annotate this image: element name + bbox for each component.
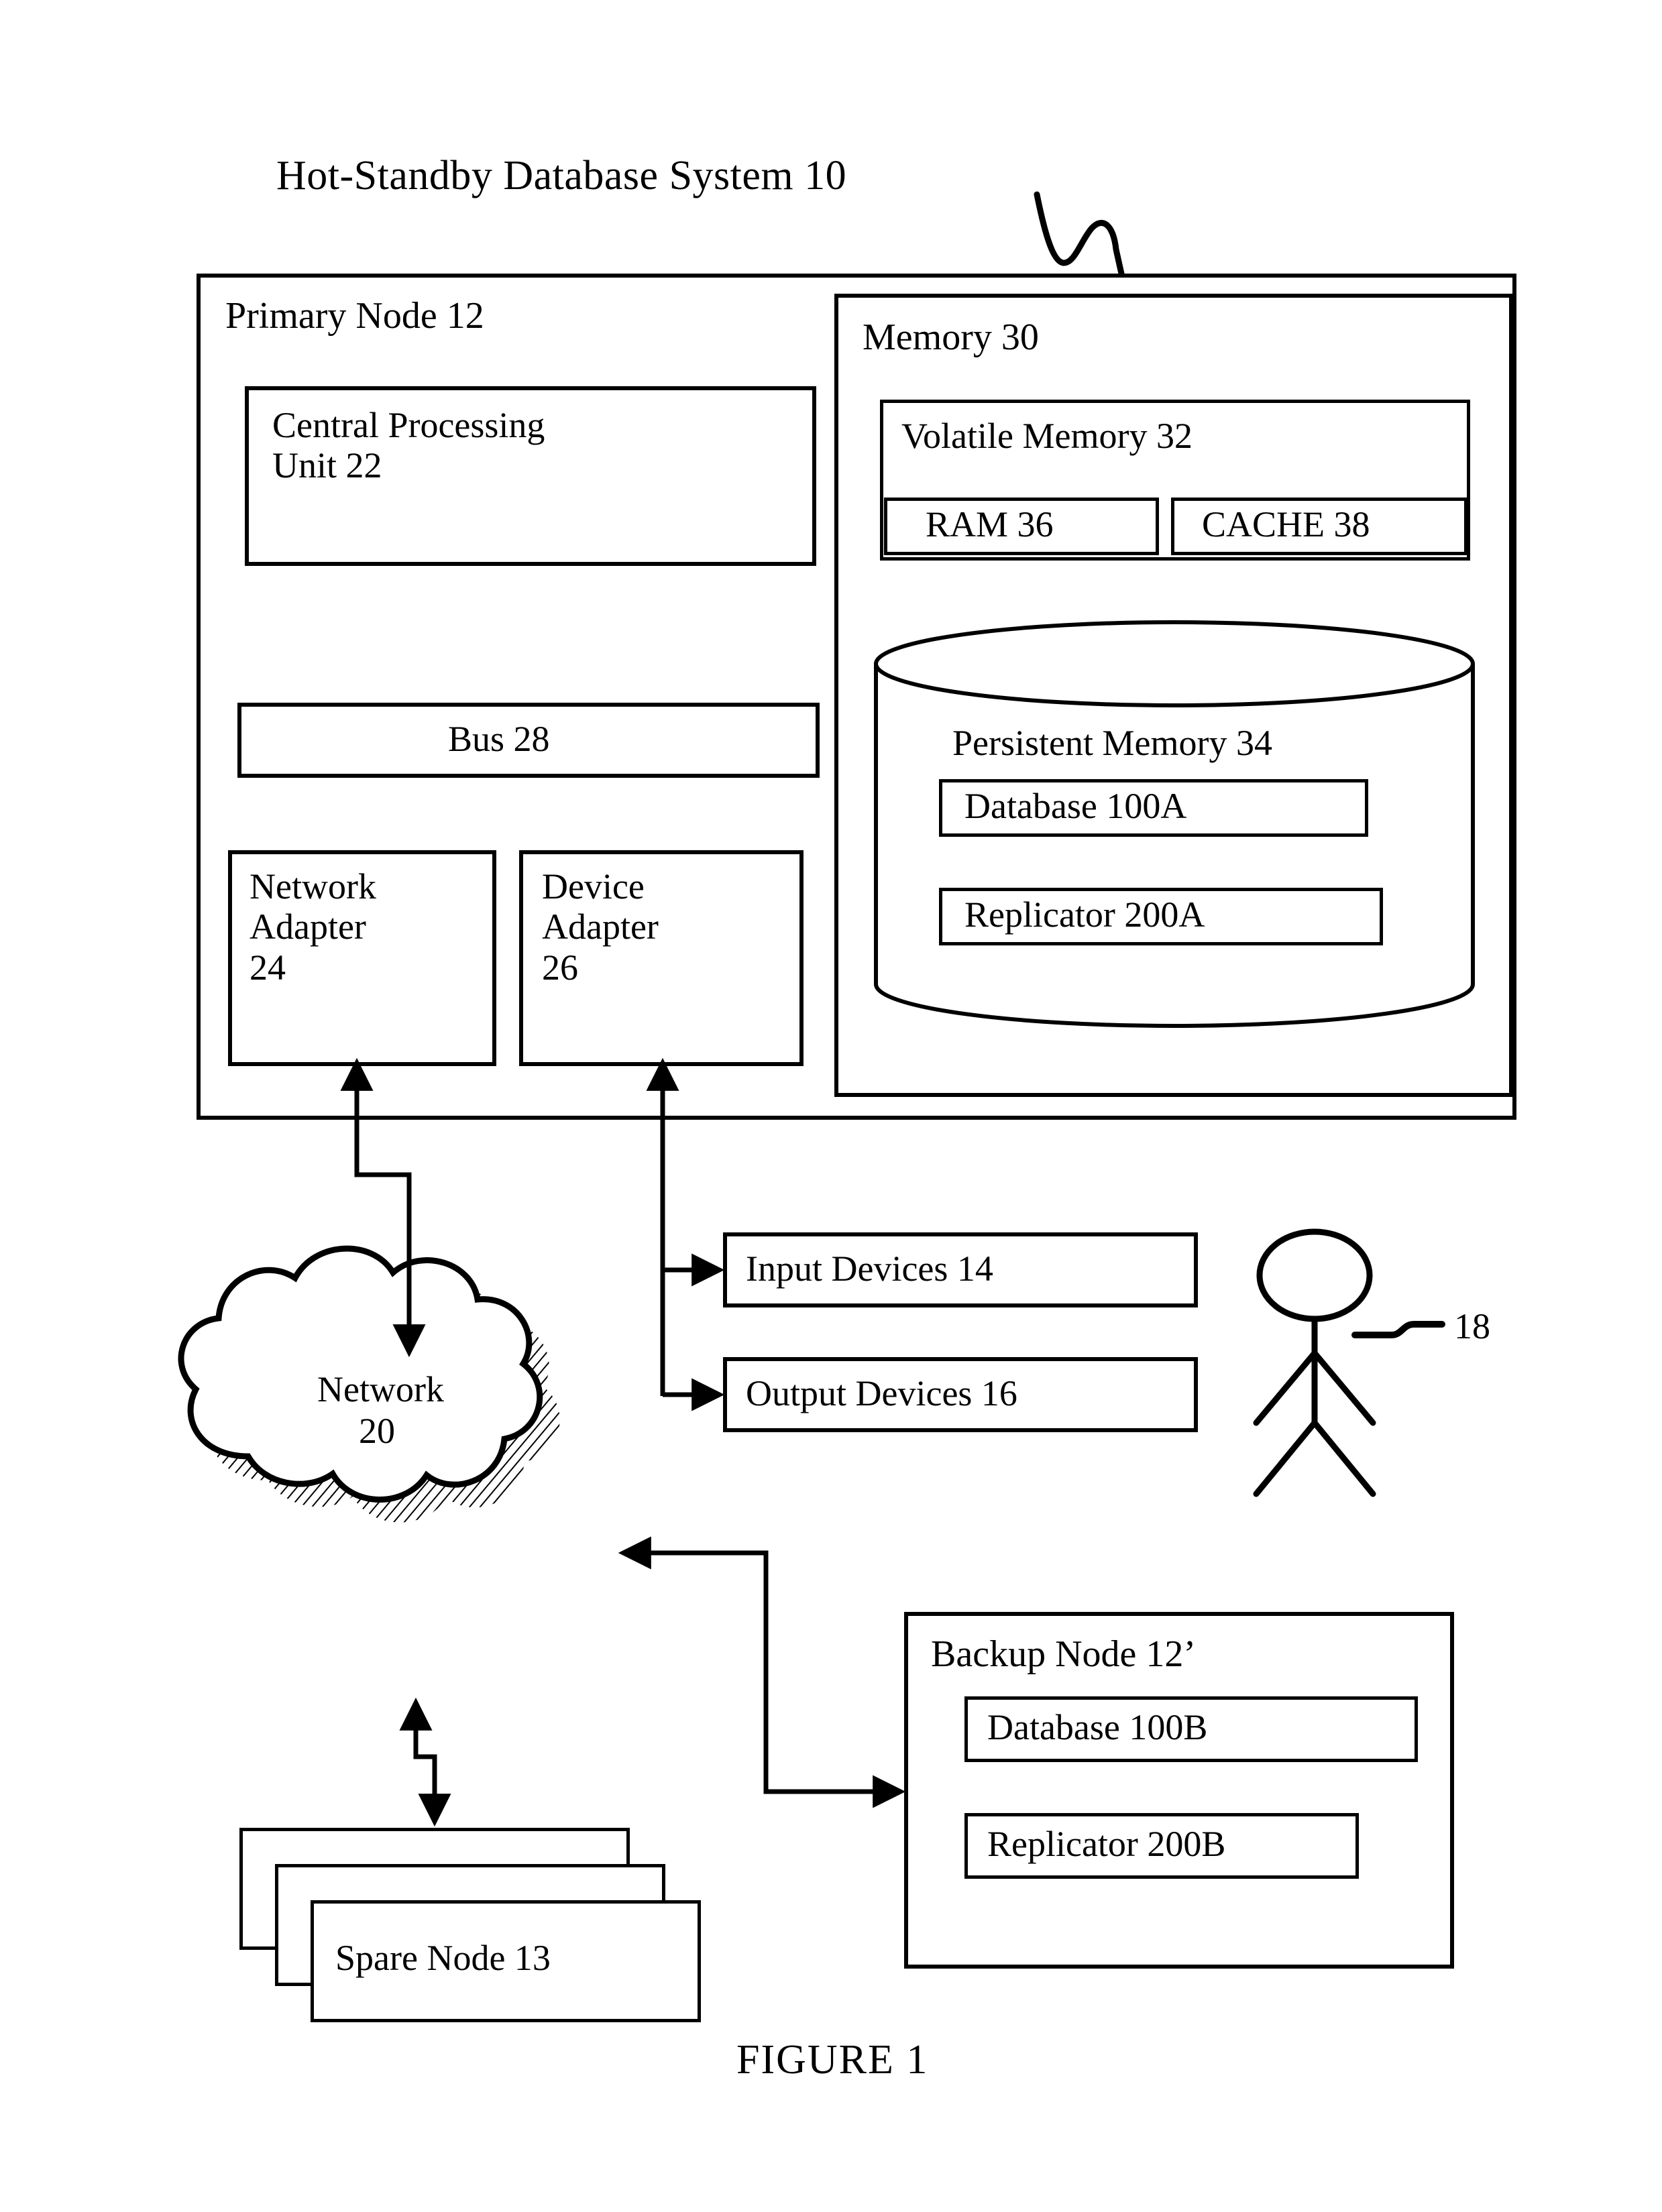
user-ref-label: 18 [1454, 1306, 1490, 1346]
page-title: Hot-Standby Database System 10 [276, 153, 847, 198]
cache-label: CACHE 38 [1202, 504, 1370, 544]
user-arm-left [1253, 1350, 1318, 1426]
persistent-memory-label: Persistent Memory 34 [952, 723, 1272, 763]
figure-caption: FIGURE 1 [736, 2037, 929, 2083]
volatile-memory-label: Volatile Memory 32 [901, 416, 1193, 456]
connector-network-to-backup-node [618, 1536, 906, 1808]
user-head-icon [1256, 1228, 1373, 1322]
ram-label: RAM 36 [926, 504, 1054, 544]
database-100a-label: Database 100A [964, 786, 1187, 826]
memory-label: Memory 30 [863, 316, 1039, 358]
bus-label: Bus 28 [448, 719, 550, 759]
network-adapter-label: Network Adapter 24 [250, 866, 376, 988]
network-label-ref: 20 [359, 1411, 395, 1451]
network-label-name: Network [317, 1369, 444, 1409]
input-devices-label: Input Devices 14 [746, 1248, 993, 1289]
user-ref-leader [1351, 1321, 1445, 1338]
replicator-200b-label: Replicator 200B [987, 1824, 1226, 1864]
device-adapter-label: Device Adapter 26 [542, 866, 659, 988]
title-leader-squiggle [1034, 191, 1125, 277]
spare-node-label: Spare Node 13 [335, 1938, 551, 1978]
replicator-200a-label: Replicator 200A [964, 894, 1205, 935]
cpu-label: Central Processing Unit 22 [272, 405, 545, 486]
user-stick-figure-icon [1253, 1228, 1445, 1497]
connector-network-to-spare-node [399, 1697, 451, 1827]
user-arm-right [1311, 1350, 1376, 1426]
database-100b-label: Database 100B [987, 1707, 1208, 1747]
output-devices-label: Output Devices 16 [746, 1373, 1017, 1413]
user-leg-left [1253, 1419, 1318, 1497]
user-leg-right [1311, 1419, 1376, 1497]
figure-page: Hot-Standby Database System 10 Primary N… [0, 0, 1662, 2212]
primary-node-label: Primary Node 12 [225, 295, 484, 337]
backup-node-label: Backup Node 12’ [931, 1633, 1197, 1675]
